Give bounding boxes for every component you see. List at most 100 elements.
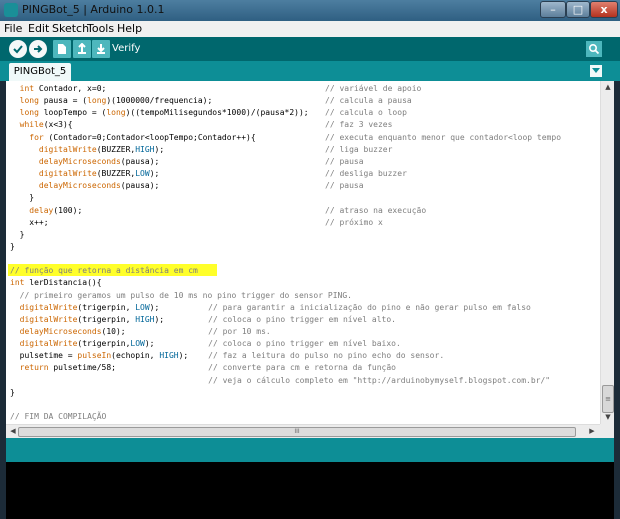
code-line: } — [20, 229, 25, 241]
code-line: long pausa = (long)(1000000/frequencia); — [20, 95, 213, 107]
verify-button[interactable] — [9, 40, 27, 58]
verify-icon — [13, 45, 23, 54]
code-line: digitalWrite(BUZZER,LOW); — [39, 168, 159, 180]
tab-pingbot-5[interactable]: PINGBot_5 — [9, 63, 71, 81]
arduino-app-icon — [4, 3, 18, 17]
code-comment: // desliga buzzer — [325, 169, 407, 179]
scroll-down-arrow-icon[interactable]: ▼ — [602, 413, 614, 421]
code-token: ); — [144, 339, 155, 349]
menu-help[interactable]: Help — [117, 22, 142, 35]
new-button[interactable] — [53, 40, 71, 58]
maximize-button[interactable]: □ — [566, 1, 590, 18]
code-line: // primeiro geramos um pulso de 10 ms no… — [20, 290, 352, 302]
code-token: (trigerpin, — [77, 302, 136, 312]
code-token: HIGH — [159, 351, 179, 361]
status-bar — [6, 438, 614, 462]
code-line: x++; — [29, 217, 48, 229]
code-token: (x<3){ — [43, 120, 73, 130]
window-title: PINGBot_5 | Arduino 1.0.1 — [22, 3, 165, 16]
code-token: pulseIn — [77, 351, 112, 361]
code-token: (trigerpin, — [77, 339, 131, 349]
code-line: delayMicroseconds(10); — [20, 326, 126, 338]
code-comment: // veja o cálculo completo em "http://ar… — [208, 375, 551, 385]
code-token: (100); — [53, 205, 83, 215]
code-token: digitalWrite — [19, 314, 78, 324]
code-line: delay(100); — [29, 205, 82, 217]
code-token: delayMicroseconds — [38, 181, 121, 191]
code-token: ); — [178, 351, 189, 361]
upload-button[interactable] — [29, 40, 47, 58]
menu-edit[interactable]: Edit — [28, 22, 49, 35]
code-line: while(x<3){ — [20, 119, 73, 131]
code-comment: // calcula a pausa — [325, 96, 412, 106]
code-token: } — [10, 241, 15, 251]
scroll-right-arrow-icon[interactable]: ▶ — [586, 427, 598, 435]
code-comment: // faz 3 vezes — [325, 120, 393, 130]
code-line: } — [29, 192, 34, 204]
code-token: long — [106, 108, 126, 118]
code-token: ); — [154, 144, 165, 154]
code-token: // primeiro geramos um pulso de 10 ms no… — [19, 290, 352, 300]
code-line: delayMicroseconds(pausa); — [39, 180, 159, 192]
code-comment: // coloca o pino trigger em nível alto. — [208, 314, 396, 324]
vertical-scrollbar[interactable]: ▲ ≡ ▼ — [600, 81, 614, 424]
tab-strip: PINGBot_5 — [0, 61, 620, 81]
code-token: pulsetime = — [19, 351, 78, 361]
code-comment: // para garantir a inicialização do pino… — [208, 302, 531, 312]
new-icon — [58, 44, 66, 54]
code-line: long loopTempo = (long)((tempoMilisegund… — [20, 107, 309, 119]
horizontal-scroll-thumb[interactable]: III — [18, 427, 576, 437]
horizontal-scrollbar[interactable]: ◀ III ▶ — [6, 424, 600, 438]
code-token: LOW — [135, 169, 150, 179]
code-token: pausa = ( — [38, 96, 88, 106]
code-token: digitalWrite — [38, 144, 97, 154]
minimize-button[interactable]: – — [540, 1, 566, 18]
code-line: for (Contador=0;Contador<loopTempo;Conta… — [29, 132, 255, 144]
code-comment: // calcula o loop — [325, 108, 407, 118]
toolbar-hover-label: Verify — [112, 43, 141, 54]
serial-monitor-button[interactable] — [586, 41, 602, 57]
code-token: (BUZZER, — [96, 144, 136, 154]
code-token: digitalWrite — [19, 302, 78, 312]
code-line: int lerDistancia(){ — [10, 277, 102, 289]
code-token: (Contador=0;Contador<loopTempo;Contador+… — [43, 132, 256, 142]
code-editor[interactable]: int Contador, x=0; // variável de apoio lo… — [6, 81, 614, 424]
vertical-scroll-thumb[interactable]: ≡ — [602, 385, 614, 413]
code-token: Contador, x=0; — [34, 84, 107, 93]
code-token: // função que retorna a distância em cm — [10, 266, 198, 276]
menu-file[interactable]: File — [4, 22, 22, 35]
tab-menu-button[interactable] — [590, 65, 602, 77]
code-comment: // atraso na execução — [325, 205, 427, 215]
code-token: long — [19, 96, 39, 106]
code-token: )(1000000/frequencia); — [106, 96, 213, 106]
code-token: loopTempo = ( — [38, 108, 107, 118]
serial-monitor-icon — [588, 43, 600, 55]
open-button[interactable] — [73, 40, 91, 58]
code-token: )((tempoMilisegundos*1000)/(pausa*2)); — [125, 108, 309, 118]
code-comment: // coloca o pino trigger em nível baixo. — [208, 339, 401, 349]
code-token: } — [29, 193, 35, 203]
code-line: } — [10, 241, 15, 253]
code-line: return pulsetime/58; — [20, 362, 116, 374]
close-button[interactable]: x — [590, 1, 618, 18]
code-token: delay — [29, 205, 54, 215]
code-token: digitalWrite — [19, 339, 78, 349]
menu-sketch[interactable]: Sketch — [52, 22, 89, 35]
code-token: lerDistancia(){ — [24, 278, 102, 288]
save-button[interactable] — [92, 40, 110, 58]
code-token: for — [29, 132, 44, 142]
code-token: HIGH — [135, 314, 155, 324]
scroll-up-arrow-icon[interactable]: ▲ — [602, 83, 614, 91]
code-line: digitalWrite(trigerpin, LOW); — [20, 302, 160, 314]
save-icon — [97, 44, 105, 54]
code-line: } — [10, 387, 15, 399]
upload-icon — [34, 45, 43, 53]
code-comment: // converte para cm e retorna da função — [208, 363, 396, 373]
code-token: delayMicroseconds — [38, 156, 121, 166]
code-comment: // executa enquanto menor que contador<l… — [325, 132, 562, 142]
code-token: HIGH — [135, 144, 155, 154]
code-token: LOW — [130, 339, 145, 349]
menu-tools[interactable]: Tools — [87, 22, 114, 35]
code-line: // FIM DA COMPILAÇÃO — [10, 411, 106, 423]
code-token: (pausa); — [120, 181, 160, 191]
